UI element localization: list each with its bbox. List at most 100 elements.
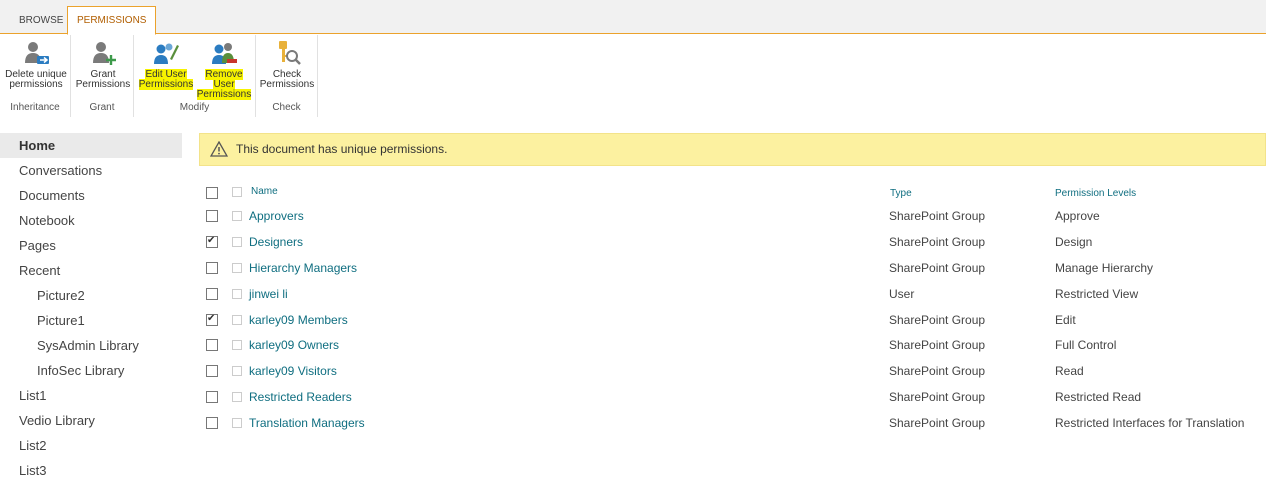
nav-item-infosec-library[interactable]: InfoSec Library <box>0 358 182 383</box>
check-permissions-icon <box>279 41 301 65</box>
table-row[interactable]: Restricted Readers SharePoint Group Restri… <box>199 385 1266 411</box>
header-permission-levels[interactable]: Permission Levels <box>1055 188 1136 199</box>
row-type: User <box>889 286 915 301</box>
row-permission-level: Full Control <box>1055 338 1117 353</box>
row-permission-level: Edit <box>1055 312 1076 327</box>
row-checkbox[interactable] <box>206 261 218 274</box>
grant-line2: Permissions <box>75 79 131 90</box>
row-permission-level: Restricted Read <box>1055 390 1142 405</box>
row-select-indicator <box>232 262 242 273</box>
nav-item-recent[interactable]: Recent <box>0 258 182 283</box>
row-name-link[interactable]: karley09 Owners <box>249 338 339 352</box>
row-type: SharePoint Group <box>889 390 986 405</box>
nav-item-notebook[interactable]: Notebook <box>0 208 182 233</box>
remove-permissions-icon <box>212 43 237 64</box>
table-header: Name Type Permission Levels <box>199 180 1266 204</box>
row-type: SharePoint Group <box>889 234 986 249</box>
warning-triangle-icon <box>210 141 228 157</box>
nav-item-list3[interactable]: List3 <box>0 458 182 483</box>
check-line2: Permissions <box>259 79 315 90</box>
row-checkbox[interactable] <box>206 287 218 300</box>
delete-permissions-icon <box>25 42 49 64</box>
remove-user-permissions-button[interactable]: Remove User Permissions <box>194 39 254 100</box>
delete-unique-permissions-button[interactable]: Delete unique permissions <box>4 39 68 90</box>
grant-permissions-button[interactable]: Grant Permissions <box>75 39 131 90</box>
row-name-link[interactable]: karley09 Members <box>249 313 348 327</box>
row-select-indicator <box>232 211 242 221</box>
row-name-link[interactable]: Designers <box>249 235 303 249</box>
row-select-indicator <box>232 236 242 247</box>
row-name-link[interactable]: jinwei li <box>249 287 288 301</box>
nav-item-vedio-library[interactable]: Vedio Library <box>0 408 182 433</box>
ribbon-group-inheritance: Delete unique permissions Inheritance <box>0 35 71 117</box>
row-checkbox[interactable] <box>206 365 218 378</box>
header-name[interactable]: Name <box>251 186 278 197</box>
left-nav: Home Conversations Documents Notebook Pa… <box>0 133 182 483</box>
row-checkbox[interactable] <box>206 391 218 404</box>
row-checkbox[interactable] <box>206 210 218 222</box>
nav-item-documents[interactable]: Documents <box>0 183 182 208</box>
row-select-indicator <box>232 340 242 351</box>
header-type[interactable]: Type <box>890 188 912 199</box>
row-type: SharePoint Group <box>889 260 986 275</box>
row-name-link[interactable]: Translation Managers <box>249 416 365 430</box>
table-row[interactable]: Designers SharePoint Group Design <box>199 230 1266 256</box>
row-type: SharePoint Group <box>889 364 986 379</box>
edit-user-permissions-button[interactable]: Edit User Permissions <box>138 39 194 90</box>
tab-permissions[interactable]: PERMISSIONS <box>67 6 157 35</box>
nav-item-list2[interactable]: List2 <box>0 433 182 458</box>
table-row[interactable]: karley09 Visitors SharePoint Group Read <box>199 359 1266 385</box>
permissions-table: Name Type Permission Levels Approvers Sha… <box>199 180 1266 437</box>
table-row[interactable]: jinwei li User Restricted View <box>199 282 1266 308</box>
warning-text: This document has unique permissions. <box>236 142 448 156</box>
nav-item-picture1[interactable]: Picture1 <box>0 308 182 333</box>
nav-item-conversations[interactable]: Conversations <box>0 158 182 183</box>
select-all-indicator <box>232 187 242 197</box>
ribbon-group-check: Check Permissions Check <box>256 35 318 117</box>
row-permission-level: Read <box>1055 364 1084 379</box>
unique-permissions-warning: This document has unique permissions. <box>199 133 1266 166</box>
delete-unique-line2: permissions <box>9 79 63 90</box>
group-label-grant: Grant <box>89 102 115 113</box>
row-type: SharePoint Group <box>889 416 986 431</box>
row-name-link[interactable]: Restricted Readers <box>249 390 352 404</box>
tab-browse[interactable]: BROWSE <box>10 8 72 34</box>
group-label-inheritance: Inheritance <box>10 102 60 113</box>
row-select-indicator <box>232 392 242 403</box>
nav-item-picture2[interactable]: Picture2 <box>0 283 182 308</box>
table-row[interactable]: karley09 Owners SharePoint Group Full Cont… <box>199 333 1266 359</box>
nav-item-home[interactable]: Home <box>0 133 182 158</box>
select-all-checkbox[interactable] <box>206 187 218 199</box>
table-row[interactable]: Translation Managers SharePoint Group Rest… <box>199 411 1266 437</box>
row-checkbox[interactable] <box>206 313 218 326</box>
check-permissions-button[interactable]: Check Permissions <box>259 39 315 90</box>
table-row[interactable]: karley09 Members SharePoint Group Edit <box>199 308 1266 334</box>
row-select-indicator <box>232 314 242 325</box>
row-permission-level: Restricted View <box>1055 286 1139 301</box>
table-row[interactable]: Hierarchy Managers SharePoint Group Manage… <box>199 256 1266 282</box>
ribbon-group-modify: Edit User Permissions Remove User Permis… <box>134 35 256 117</box>
nav-item-pages[interactable]: Pages <box>0 233 182 258</box>
row-type: SharePoint Group <box>889 209 986 223</box>
ribbon: Delete unique permissions Inheritance Gr… <box>0 35 1266 117</box>
row-select-indicator <box>232 288 242 299</box>
row-select-indicator <box>232 418 242 429</box>
grant-permissions-icon <box>93 42 116 65</box>
edit-user-line2: Permissions <box>138 79 194 90</box>
remove-user-line1: Remove User <box>205 69 243 90</box>
remove-user-line2: Permissions <box>196 89 252 100</box>
table-row[interactable]: Approvers SharePoint Group Approve <box>199 204 1266 230</box>
row-checkbox[interactable] <box>206 235 218 248</box>
row-permission-level: Design <box>1055 234 1093 249</box>
ribbon-group-grant: Grant Permissions Grant <box>71 35 134 117</box>
row-checkbox[interactable] <box>206 339 218 352</box>
row-name-link[interactable]: karley09 Visitors <box>249 364 337 378</box>
group-label-modify: Modify <box>179 102 210 113</box>
row-checkbox[interactable] <box>206 417 218 430</box>
row-name-link[interactable]: Hierarchy Managers <box>249 261 357 275</box>
nav-item-list1[interactable]: List1 <box>0 383 182 408</box>
nav-item-sysadmin-library[interactable]: SysAdmin Library <box>0 333 182 358</box>
row-type: SharePoint Group <box>889 338 986 353</box>
row-name-link[interactable]: Approvers <box>249 209 304 223</box>
row-permission-level: Approve <box>1055 209 1100 223</box>
